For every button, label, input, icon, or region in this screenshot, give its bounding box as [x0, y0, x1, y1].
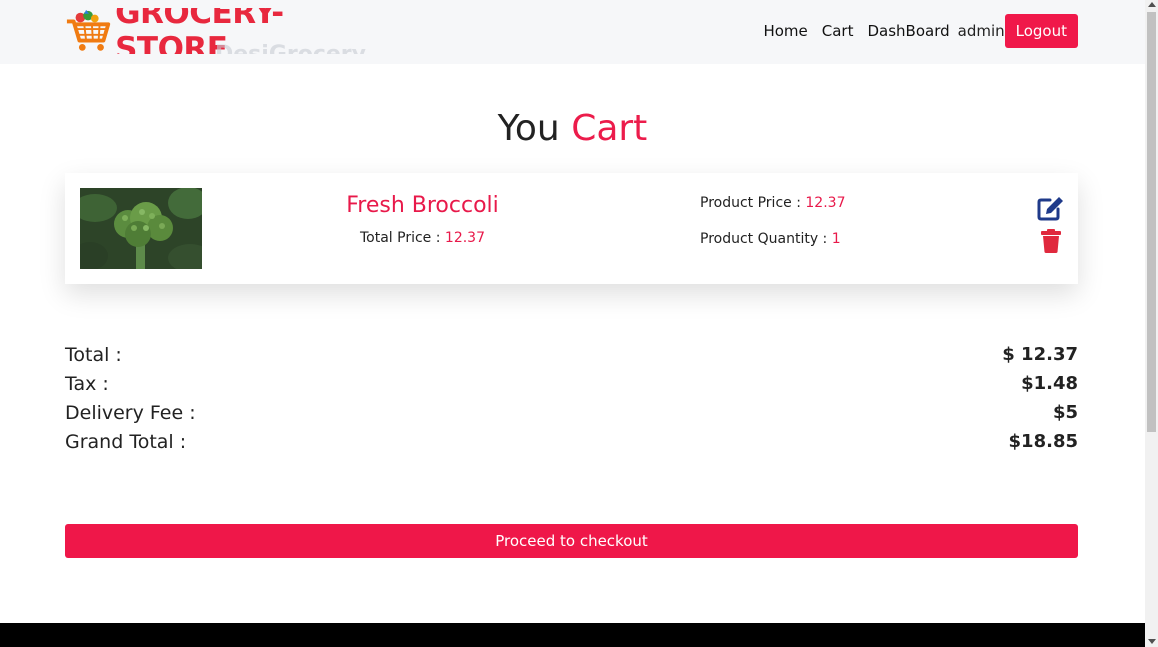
page-title-prefix: You: [497, 108, 560, 149]
total-value: $ 12.37: [1002, 344, 1078, 365]
navbar: GROCERY-STORE DesiGrocery Home Cart Dash…: [0, 0, 1145, 64]
product-name: Fresh Broccoli: [346, 193, 499, 218]
logo-ghost-text: DesiGrocery: [215, 42, 366, 54]
scroll-up-arrow-icon[interactable]: [1148, 2, 1156, 7]
summary-row-tax: Tax : $1.48: [65, 369, 1078, 398]
footer: [0, 623, 1145, 647]
total-price: Total Price : 12.37: [295, 230, 550, 246]
grand-total-value: $18.85: [1008, 431, 1078, 452]
logout-button[interactable]: Logout: [1004, 14, 1078, 48]
shopping-cart-logo-icon: [66, 9, 111, 51]
page-title-accent: Cart: [571, 108, 648, 149]
scrollbar-thumb[interactable]: [1147, 12, 1156, 432]
page-title: You Cart: [0, 108, 1145, 149]
nav-link-home[interactable]: Home: [763, 22, 807, 40]
delete-item-button[interactable]: [1041, 229, 1061, 253]
nav-link-dashboard[interactable]: DashBoard: [867, 22, 949, 40]
scroll-down-arrow-icon[interactable]: [1148, 639, 1156, 644]
product-price-label: Product Price :: [700, 195, 806, 211]
trash-icon: [1041, 229, 1061, 253]
tax-value: $1.48: [1021, 373, 1078, 394]
delivery-fee-value: $5: [1052, 402, 1078, 423]
grand-total-label: Grand Total :: [65, 430, 187, 453]
store-logo[interactable]: GROCERY-STORE DesiGrocery: [65, 8, 385, 54]
total-price-value: 12.37: [444, 230, 485, 246]
proceed-to-checkout-button[interactable]: Proceed to checkout: [65, 524, 1078, 558]
nav-link-cart[interactable]: Cart: [822, 22, 854, 40]
username-label: admin: [957, 22, 1005, 40]
product-quantity: Product Quantity : 1: [700, 231, 841, 247]
summary-row-grand-total: Grand Total : $18.85: [65, 427, 1078, 456]
tax-label: Tax :: [65, 372, 109, 395]
cart-item-card: Fresh Broccoli Total Price : 12.37 Produ…: [65, 173, 1078, 284]
product-price-value: 12.37: [805, 195, 846, 211]
vertical-scrollbar[interactable]: [1145, 0, 1158, 647]
summary-row-total: Total : $ 12.37: [65, 340, 1078, 369]
edit-item-button[interactable]: [1037, 195, 1065, 221]
cart-summary: Total : $ 12.37 Tax : $1.48 Delivery Fee…: [65, 340, 1078, 456]
nav-menu: Home Cart DashBoard admin Logout: [749, 14, 1078, 48]
product-price: Product Price : 12.37: [700, 195, 845, 211]
broccoli-image: [80, 188, 202, 269]
total-label: Total :: [65, 343, 122, 366]
product-quantity-label: Product Quantity :: [700, 231, 832, 247]
product-quantity-value: 1: [831, 231, 841, 247]
delivery-fee-label: Delivery Fee :: [65, 401, 196, 424]
edit-icon: [1037, 197, 1063, 221]
summary-row-delivery: Delivery Fee : $5: [65, 398, 1078, 427]
total-price-label: Total Price :: [359, 230, 445, 246]
